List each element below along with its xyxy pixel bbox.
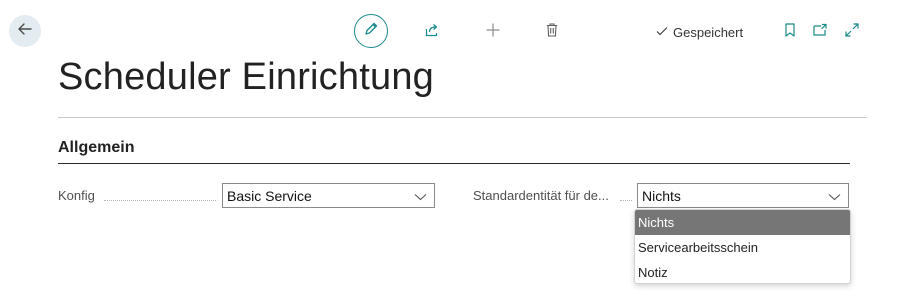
dropdown-option-servicearbeitsschein[interactable]: Servicearbeitsschein <box>635 235 850 260</box>
bookmark-icon <box>783 22 797 43</box>
expand-button[interactable] <box>842 22 862 42</box>
bookmark-button[interactable] <box>781 22 799 42</box>
edit-button[interactable] <box>354 14 388 48</box>
default-entity-select[interactable]: Nichts <box>637 183 849 208</box>
dropdown-option-notiz[interactable]: Notiz <box>635 260 850 283</box>
chevron-down-icon <box>828 190 841 206</box>
check-icon <box>655 24 669 41</box>
open-new-window-button[interactable] <box>810 22 830 42</box>
trash-icon <box>544 22 560 43</box>
dropdown-option-nichts[interactable]: Nichts <box>635 210 850 235</box>
section-title-general: Allgemein <box>58 139 135 156</box>
config-leader-dots <box>104 199 216 201</box>
config-value: Basic Service <box>227 187 312 204</box>
saved-status: Gespeichert <box>655 22 743 42</box>
add-button[interactable] <box>483 22 503 42</box>
saved-label: Gespeichert <box>673 24 744 40</box>
default-entity-value: Nichts <box>642 187 681 204</box>
share-button[interactable] <box>422 22 442 42</box>
default-entity-dropdown: Nichts Servicearbeitsschein Notiz <box>634 209 851 284</box>
share-icon <box>424 22 440 43</box>
chevron-down-icon <box>414 190 427 206</box>
plus-icon <box>485 22 501 43</box>
title-divider <box>58 117 867 118</box>
section-divider <box>58 163 850 164</box>
arrow-left-icon <box>17 21 33 42</box>
default-entity-leader-dots <box>620 199 632 201</box>
back-button[interactable] <box>9 15 41 47</box>
config-label: Konfig <box>58 188 95 203</box>
delete-button[interactable] <box>542 22 562 42</box>
open-in-new-icon <box>812 22 828 43</box>
expand-icon <box>844 22 860 43</box>
page-title: Scheduler Einrichtung <box>58 56 434 98</box>
config-select[interactable]: Basic Service <box>222 183 435 208</box>
default-entity-label: Standardentität für de... <box>473 188 609 203</box>
pencil-icon <box>363 21 379 42</box>
